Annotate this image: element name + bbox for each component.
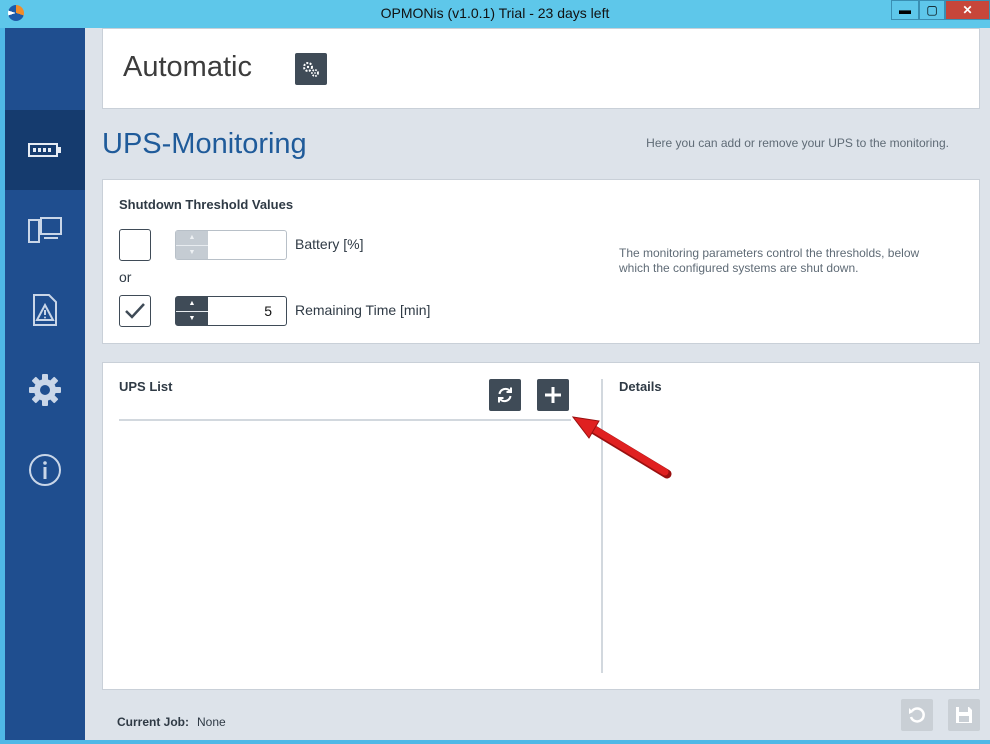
main-content: Automatic UPS-Monitoring Here you can ad… — [85, 28, 990, 740]
refresh-button[interactable] — [489, 379, 521, 411]
sidebar-item-events[interactable] — [5, 270, 85, 350]
ups-list[interactable] — [119, 423, 571, 673]
threshold-title: Shutdown Threshold Values — [119, 197, 294, 212]
plus-icon — [545, 387, 561, 403]
remaining-time-value[interactable]: 5 — [264, 303, 272, 319]
sidebar-item-ups-monitoring[interactable] — [5, 110, 93, 190]
annotation-arrow — [571, 416, 672, 479]
details-title: Details — [619, 379, 662, 394]
current-job-label: Current Job: — [117, 715, 189, 729]
mode-title: Automatic — [123, 51, 252, 83]
mode-settings-button[interactable] — [295, 53, 327, 85]
remaining-time-stepper: ▲ ▼ 5 — [175, 296, 287, 326]
remaining-time-checkbox[interactable] — [119, 295, 151, 327]
save-button[interactable] — [948, 699, 980, 731]
threshold-help-line-2: which the configured systems are shut do… — [619, 261, 859, 275]
refresh-icon — [498, 387, 512, 403]
current-job-value: None — [197, 715, 226, 729]
warning-document-icon — [33, 294, 57, 326]
sidebar-item-settings[interactable] — [5, 350, 85, 430]
battery-stepper: ▲ ▼ — [175, 230, 287, 260]
remaining-time-stepper-arrows: ▲ ▼ — [176, 297, 208, 325]
sidebar — [5, 28, 93, 740]
page-title: UPS-Monitoring — [102, 128, 307, 160]
info-icon — [29, 454, 61, 486]
undo-button[interactable] — [901, 699, 933, 731]
title-bar: OPMONis (v1.0.1) Trial - 23 days left ▬ … — [0, 0, 990, 28]
battery-stepper-arrows: ▲ ▼ — [176, 231, 208, 259]
save-icon — [956, 707, 972, 723]
battery-increment-button[interactable]: ▲ — [176, 231, 208, 246]
devices-icon — [28, 217, 62, 243]
checkmark-icon — [125, 303, 145, 319]
gears-icon — [303, 62, 319, 77]
threshold-panel: Shutdown Threshold Values ▲ ▼ Battery [%… — [102, 179, 980, 344]
battery-icon — [28, 143, 61, 157]
mode-panel: Automatic — [102, 28, 980, 109]
close-button[interactable]: ✕ — [945, 0, 990, 20]
window-title: OPMONis (v1.0.1) Trial - 23 days left — [380, 5, 610, 21]
gear-icon — [29, 374, 61, 406]
page-description: Here you can add or remove your UPS to t… — [646, 136, 949, 150]
undo-icon — [909, 707, 925, 723]
sidebar-item-systems[interactable] — [5, 190, 85, 270]
threshold-help-line-1: The monitoring parameters control the th… — [619, 246, 920, 260]
ups-panel: UPS List Details — [102, 362, 980, 690]
or-label: or — [119, 269, 132, 285]
ups-list-title: UPS List — [119, 379, 173, 394]
remaining-time-label: Remaining Time [min] — [295, 302, 431, 318]
maximize-button[interactable]: ▢ — [919, 0, 945, 20]
sidebar-item-info[interactable] — [5, 430, 85, 510]
minimize-button[interactable]: ▬ — [891, 0, 919, 20]
remaining-time-decrement-button[interactable]: ▼ — [176, 312, 208, 326]
add-ups-button[interactable] — [537, 379, 569, 411]
battery-label: Battery [%] — [295, 236, 364, 252]
ups-list-divider — [119, 419, 571, 421]
remaining-time-increment-button[interactable]: ▲ — [176, 297, 208, 312]
battery-decrement-button[interactable]: ▼ — [176, 246, 208, 260]
battery-checkbox[interactable] — [119, 229, 151, 261]
